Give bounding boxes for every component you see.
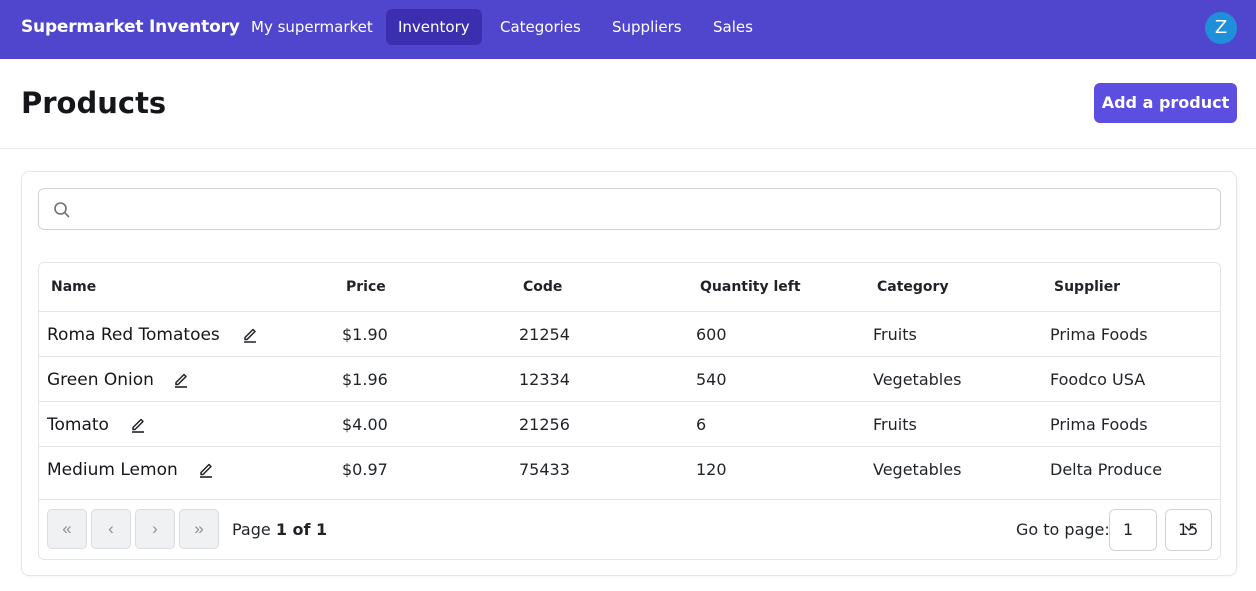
product-price: $4.00 xyxy=(342,415,388,434)
page-prefix: Page xyxy=(232,520,271,539)
search-icon xyxy=(54,202,70,218)
product-price: $1.90 xyxy=(342,325,388,344)
goto-page-input[interactable]: 1 xyxy=(1109,509,1157,551)
product-price: $0.97 xyxy=(342,460,388,479)
column-header-price[interactable]: Price xyxy=(346,279,386,295)
product-category: Vegetables xyxy=(873,460,962,479)
nav-item-my-supermarket[interactable]: My supermarket xyxy=(239,9,385,45)
product-code: 21254 xyxy=(519,325,570,344)
column-header-quantity[interactable]: Quantity left xyxy=(700,279,801,295)
last-page-button[interactable]: » xyxy=(179,509,219,549)
product-quantity: 120 xyxy=(696,460,727,479)
table-row: Medium Lemon $0.97 75433 120 Vegetables … xyxy=(39,447,1220,500)
column-header-category[interactable]: Category xyxy=(877,279,949,295)
product-name: Roma Red Tomatoes xyxy=(47,325,220,345)
column-header-name[interactable]: Name xyxy=(51,279,96,295)
nav-item-categories[interactable]: Categories xyxy=(488,9,593,45)
product-name: Medium Lemon xyxy=(47,460,178,480)
app-title[interactable]: Supermarket Inventory xyxy=(21,17,240,37)
page-title: Products xyxy=(21,86,167,120)
page-header: Products Add a product xyxy=(0,59,1256,149)
user-avatar[interactable]: Z xyxy=(1205,12,1237,44)
product-category: Fruits xyxy=(873,325,917,344)
edit-icon[interactable] xyxy=(242,325,258,343)
page-indicator: Page 1 of 1 xyxy=(232,520,327,539)
nav-item-sales[interactable]: Sales xyxy=(701,9,765,45)
product-supplier: Prima Foods xyxy=(1050,415,1148,434)
products-table: Name Price Code Quantity left Category S… xyxy=(38,262,1221,560)
product-code: 12334 xyxy=(519,370,570,389)
products-card: Name Price Code Quantity left Category S… xyxy=(21,171,1237,576)
column-header-supplier[interactable]: Supplier xyxy=(1054,279,1120,295)
product-quantity: 600 xyxy=(696,325,727,344)
pagination: « ‹ › » Page 1 of 1 Go to page: 1 15 xyxy=(39,500,1220,559)
next-page-button[interactable]: › xyxy=(135,509,175,549)
product-supplier: Prima Foods xyxy=(1050,325,1148,344)
edit-icon[interactable] xyxy=(198,460,214,478)
product-category: Vegetables xyxy=(873,370,962,389)
nav-item-suppliers[interactable]: Suppliers xyxy=(600,9,694,45)
table-row: Roma Red Tomatoes $1.90 21254 600 Fruits… xyxy=(39,312,1220,357)
first-page-button[interactable]: « xyxy=(47,509,87,549)
column-header-code[interactable]: Code xyxy=(523,279,562,295)
product-category: Fruits xyxy=(873,415,917,434)
table-header: Name Price Code Quantity left Category S… xyxy=(39,263,1220,312)
product-quantity: 540 xyxy=(696,370,727,389)
goto-page-label: Go to page: xyxy=(1016,520,1110,539)
table-row: Green Onion $1.96 12334 540 Vegetables F… xyxy=(39,357,1220,402)
edit-icon[interactable] xyxy=(173,370,189,388)
product-name: Green Onion xyxy=(47,370,154,390)
page-value: 1 of 1 xyxy=(275,520,328,539)
search-input[interactable] xyxy=(38,188,1221,230)
product-code: 21256 xyxy=(519,415,570,434)
table-row: Tomato $4.00 21256 6 Fruits Prima Foods xyxy=(39,402,1220,447)
previous-page-button[interactable]: ‹ xyxy=(91,509,131,549)
product-code: 75433 xyxy=(519,460,570,479)
product-supplier: Foodco USA xyxy=(1050,370,1146,389)
nav-item-inventory[interactable]: Inventory xyxy=(386,9,482,45)
product-supplier: Delta Produce xyxy=(1050,460,1163,479)
chevron-down-icon xyxy=(1184,525,1194,531)
product-name: Tomato xyxy=(47,415,109,435)
edit-icon[interactable] xyxy=(130,415,146,433)
add-product-button[interactable]: Add a product xyxy=(1094,83,1237,123)
product-quantity: 6 xyxy=(696,415,707,434)
top-navbar: Supermarket Inventory My supermarket Inv… xyxy=(0,0,1256,59)
product-price: $1.96 xyxy=(342,370,388,389)
